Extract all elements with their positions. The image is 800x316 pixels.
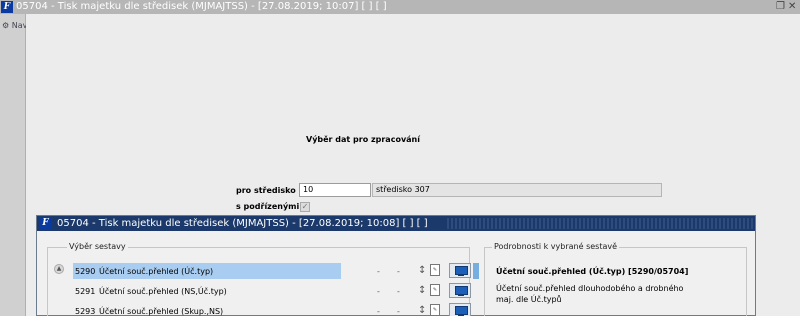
stredisko-code-input[interactable]: 10 [299, 183, 371, 197]
row-handle[interactable] [473, 263, 479, 279]
screen-preview-icon[interactable] [449, 263, 471, 278]
report-detail-legend: Podrobnosti k vybrané sestavě [492, 242, 620, 251]
podrizenymi-label: s podřízenými [236, 202, 300, 211]
detail-description: Účetní souč.přehled dlouhodobého a drobn… [496, 284, 684, 304]
row-dash: - [397, 307, 400, 316]
row-dash: - [397, 287, 400, 296]
window-title: 05704 - Tisk majetku dle středisek (MJMA… [16, 1, 387, 12]
pdf-document-icon[interactable]: ✎ [430, 264, 440, 276]
row-dash: - [377, 307, 380, 316]
nav-label: Nav [11, 21, 28, 30]
report-select-legend: Výběr sestavy [67, 242, 128, 251]
pdf-document-icon[interactable]: ✎ [430, 284, 440, 296]
row-dash: - [377, 267, 380, 276]
nav-icon: ⚙ [2, 21, 10, 30]
dialog-titlebar[interactable]: F 05704 - Tisk majetku dle středisek (MJ… [37, 216, 755, 231]
report-dialog: F 05704 - Tisk majetku dle středisek (MJ… [36, 215, 756, 316]
dialog-title: 05704 - Tisk majetku dle středisek (MJMA… [57, 218, 428, 229]
stredisko-name-field: středisko 307 [372, 183, 662, 197]
report-row[interactable]: 5291 Účetní souč.přehled (NS,Úč.typ) - -… [73, 283, 503, 299]
form-heading: Výběr dat pro zpracování [306, 135, 420, 144]
report-number: 5290 [75, 267, 96, 276]
restore-icon[interactable]: ❐ [776, 0, 785, 14]
nav-button[interactable]: ⚙ Nav [2, 21, 27, 30]
sort-arrows-icon[interactable]: ↕ [418, 285, 426, 296]
dialog-logo-icon: F [39, 217, 52, 230]
report-number: 5293 [75, 307, 96, 316]
report-row[interactable]: 5293 Účetní souč.přehled (Skup.,NS) - - … [73, 303, 503, 316]
scroll-up-icon[interactable]: ▲ [54, 264, 64, 274]
row-dash: - [377, 287, 380, 296]
report-name: Účetní souč.přehled (NS,Úč.typ) [99, 287, 227, 296]
report-number: 5291 [75, 287, 96, 296]
titlebar-grip [447, 218, 753, 229]
app-logo-icon: F [1, 1, 13, 13]
report-name: Účetní souč.přehled (Skup.,NS) [99, 307, 224, 316]
podrizenymi-checkbox[interactable]: ✓ [300, 202, 310, 212]
close-icon[interactable]: ✕ [788, 0, 796, 14]
detail-title: Účetní souč.přehled (Úč.typ) [5290/05704… [496, 267, 689, 276]
row-dash: - [397, 267, 400, 276]
sort-arrows-icon[interactable]: ↕ [418, 265, 426, 276]
sidebar: ⚙ Nav [0, 14, 27, 316]
screen-preview-icon[interactable] [449, 303, 471, 316]
screen-preview-icon[interactable] [449, 283, 471, 298]
sort-arrows-icon[interactable]: ↕ [418, 305, 426, 316]
report-name: Účetní souč.přehled (Úč.typ) [99, 267, 214, 276]
stredisko-label: pro středisko [236, 186, 296, 195]
report-detail-group [484, 247, 747, 316]
app-titlebar: F 05704 - Tisk majetku dle středisek (MJ… [0, 0, 800, 14]
report-row[interactable]: 5290 Účetní souč.přehled (Úč.typ) - - ↕ … [73, 263, 503, 279]
pdf-document-icon[interactable]: ✎ [430, 304, 440, 316]
